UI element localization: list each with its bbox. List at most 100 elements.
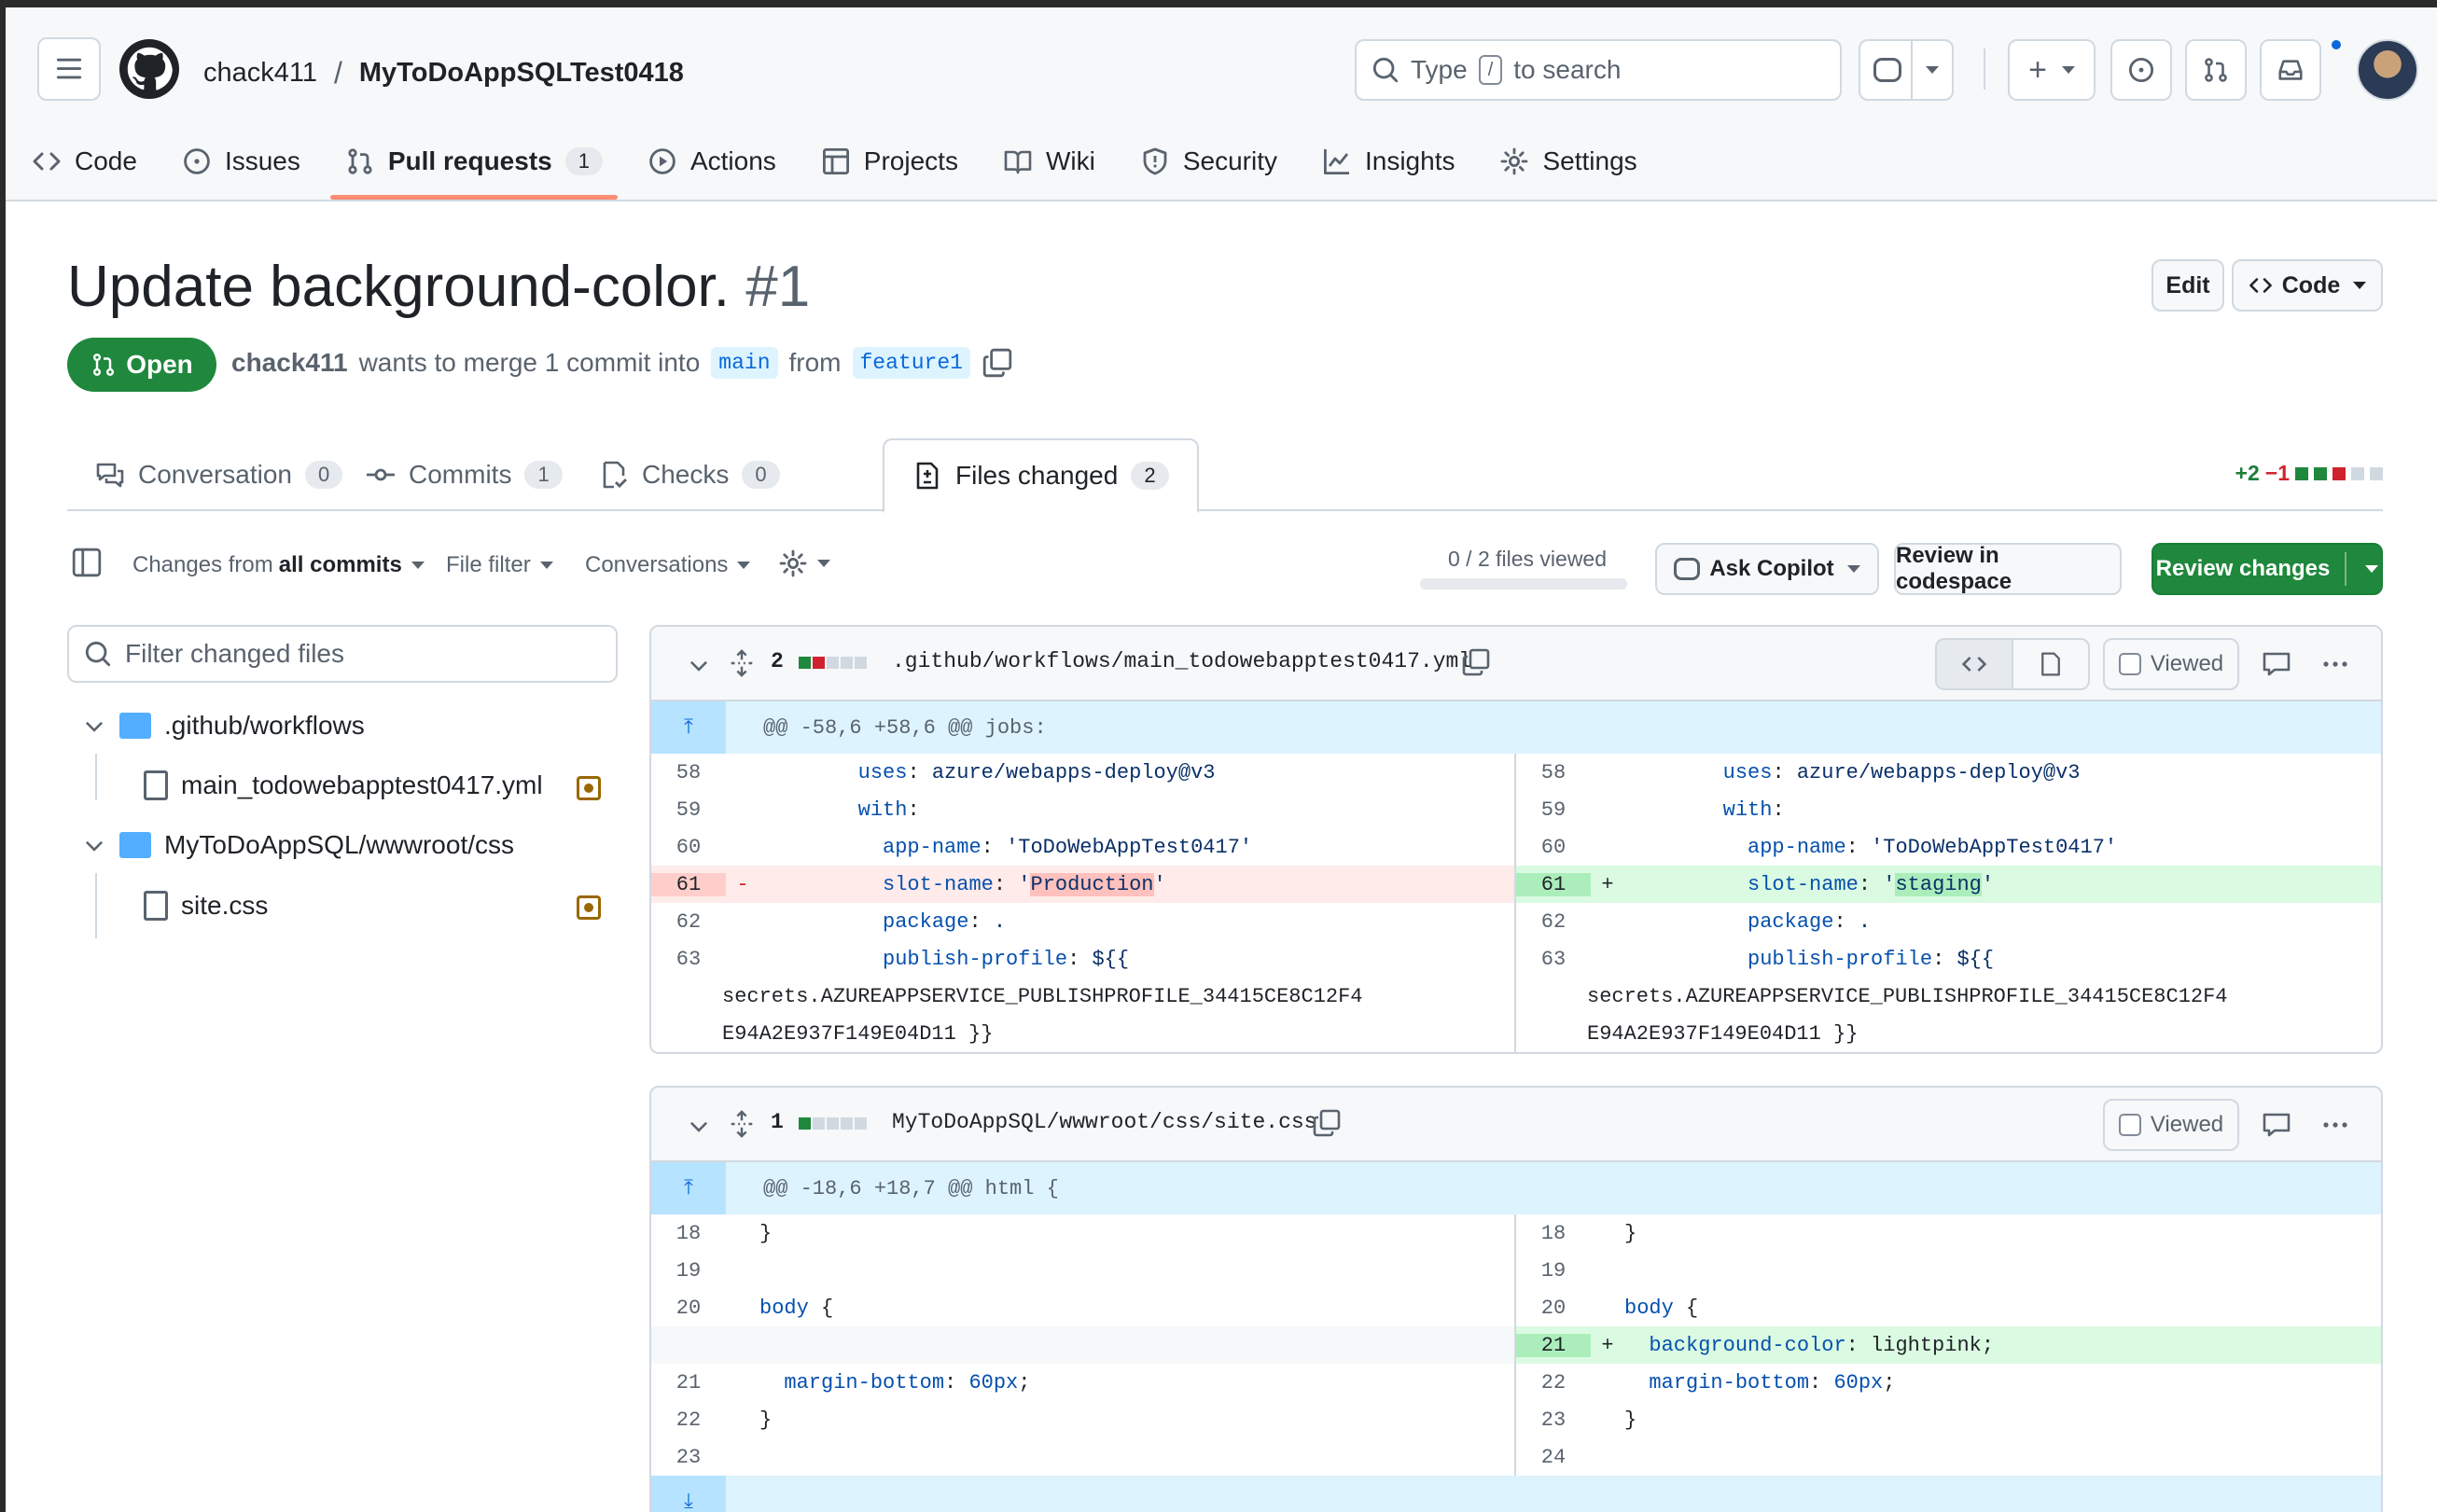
edit-button[interactable]: Edit (2152, 259, 2224, 312)
owner-link[interactable]: chack411 (203, 58, 317, 89)
menu-button[interactable] (37, 37, 101, 101)
split-diff: 58 uses: azure/webapps-deploy@v3 59 with… (651, 754, 2381, 1052)
conversations-label: Conversations (585, 552, 729, 577)
review-changes-label: Review changes (2155, 556, 2331, 581)
viewed-checkbox[interactable]: Viewed (2103, 1099, 2239, 1151)
chevron-down-icon (1926, 66, 1939, 74)
chevron-down-icon (737, 562, 751, 569)
graph-icon (1323, 149, 1349, 174)
tab-projects[interactable]: Projects (799, 129, 981, 194)
comment-icon[interactable] (2262, 1110, 2291, 1140)
inbox-button[interactable] (2260, 39, 2321, 101)
diff-line: 60 app-name: 'ToDoWebAppTest0417' (1540, 835, 2118, 859)
diff-right-side: 58 uses: azure/webapps-deploy@v3 59 with… (1516, 754, 2381, 1052)
chevron-down-icon (2061, 66, 2075, 74)
chevron-down-icon[interactable] (687, 1114, 711, 1138)
chevron-down-icon (85, 721, 104, 732)
filter-changed-files-input[interactable]: Filter changed files (67, 625, 618, 683)
tree-guide (95, 873, 97, 938)
diff-line: 62 package: . (1540, 909, 1872, 934)
file-path[interactable]: MyToDoAppSQL/wwwroot/css/site.css (892, 1110, 1316, 1134)
diffstat-block (2333, 466, 2346, 480)
expand-all-icon[interactable] (728, 649, 756, 677)
changes-from-dropdown[interactable]: Changes from all commits (132, 552, 425, 578)
copy-icon[interactable] (982, 347, 1013, 379)
viewed-label: Viewed (2150, 1112, 2224, 1137)
sidebar-toggle-icon[interactable] (71, 547, 103, 578)
tab-issues[interactable]: Issues (160, 129, 323, 194)
book-icon (1004, 150, 1032, 174)
comment-icon[interactable] (2262, 649, 2291, 679)
ask-copilot-button[interactable]: Ask Copilot (1655, 543, 1879, 595)
code-dropdown-button[interactable]: Code (2232, 259, 2383, 312)
tab-commits[interactable]: Commits 1 (338, 438, 591, 511)
pull-requests-button[interactable] (2185, 39, 2247, 101)
hunk-header-text: @@ -58,6 +58,6 @@ jobs: (763, 715, 1047, 740)
tab-checks[interactable]: Checks 0 (571, 438, 808, 511)
tab-files-changed[interactable]: Files changed 2 (883, 438, 1199, 513)
diff-line: 19 (1540, 1258, 1567, 1283)
repo-link[interactable]: MyToDoAppSQLTest0418 (359, 58, 684, 89)
conversations-dropdown[interactable]: Conversations (585, 552, 751, 578)
base-branch[interactable]: main (711, 347, 778, 379)
diff-file-header: 2 .github/workflows/main_todowebapptest0… (651, 627, 2381, 701)
file-filter-dropdown[interactable]: File filter (446, 552, 553, 578)
tab-actions[interactable]: Actions (625, 129, 799, 194)
viewed-checkbox[interactable]: Viewed (2103, 638, 2239, 690)
kebab-menu-icon[interactable] (2319, 1110, 2351, 1140)
file-path[interactable]: .github/workflows/main_todowebapptest041… (892, 649, 1471, 673)
code-icon (33, 152, 61, 171)
head-branch[interactable]: feature1 (852, 347, 970, 379)
repo-nav: Code Issues Pull requests 1 Actions Proj… (6, 129, 1660, 203)
rich-diff-button[interactable] (2013, 640, 2088, 688)
expand-down-icon[interactable]: ⤓ (651, 1476, 726, 1512)
plus-icon: + (2028, 52, 2047, 88)
tab-conversation[interactable]: Conversation 0 (67, 438, 370, 511)
diffstat-block (855, 657, 867, 669)
copy-icon[interactable] (1312, 1108, 1342, 1138)
diff-line: 19 (675, 1258, 702, 1283)
tab-pull-requests[interactable]: Pull requests 1 (323, 129, 625, 200)
source-diff-button[interactable] (1937, 640, 2013, 688)
expand-up-icon[interactable]: ⤒ (651, 701, 726, 754)
tab-settings[interactable]: Settings (1477, 129, 1659, 194)
search-input[interactable]: Type / to search (1355, 39, 1842, 101)
tree-folder[interactable]: .github/workflows (82, 711, 365, 741)
issues-button[interactable] (2110, 39, 2172, 101)
kebab-menu-icon[interactable] (2319, 649, 2351, 679)
tree-file[interactable]: site.css (144, 891, 268, 921)
pr-author-link[interactable]: chack411 (231, 348, 348, 378)
tab-label: Security (1182, 146, 1277, 175)
expand-all-icon[interactable] (728, 1110, 756, 1138)
play-icon (649, 148, 675, 174)
code-icon (2249, 278, 2272, 293)
tab-wiki[interactable]: Wiki (981, 129, 1118, 194)
diff-line: 58 uses: azure/webapps-deploy@v3 (1540, 760, 2081, 784)
tab-label: Wiki (1045, 146, 1095, 175)
file-modified-icon (577, 776, 601, 800)
tree-folder[interactable]: MyToDoAppSQL/wwwroot/css (82, 830, 514, 860)
github-logo-icon[interactable] (119, 39, 179, 99)
tab-label: Projects (863, 146, 958, 175)
tab-security[interactable]: Security (1118, 129, 1300, 194)
avatar[interactable] (2357, 39, 2418, 101)
create-new-button[interactable]: + (2008, 39, 2096, 101)
copy-icon[interactable] (1461, 647, 1491, 677)
pull-request-count: 1 (564, 147, 603, 175)
copilot-menu-button[interactable] (1859, 39, 1954, 101)
pull-request-icon (93, 354, 115, 376)
diff-settings-dropdown[interactable] (778, 548, 830, 578)
view-toggle (1935, 638, 2090, 690)
tree-file[interactable]: main_todowebapptest0417.yml (144, 770, 543, 800)
tab-count: 1 (524, 461, 563, 489)
review-in-codespace-button[interactable]: Review in codespace (1894, 543, 2122, 595)
chevron-down-icon[interactable] (687, 653, 711, 677)
tab-insights[interactable]: Insights (1300, 129, 1478, 194)
diff-line: 20 body { (1540, 1296, 1699, 1320)
review-changes-button[interactable]: Review changes (2152, 543, 2383, 595)
diff-line: 23 (675, 1445, 702, 1469)
table-icon (822, 148, 849, 175)
search-shortcut-key: / (1478, 55, 1503, 85)
expand-up-icon[interactable]: ⤒ (651, 1162, 726, 1214)
tab-code[interactable]: Code (6, 129, 160, 194)
